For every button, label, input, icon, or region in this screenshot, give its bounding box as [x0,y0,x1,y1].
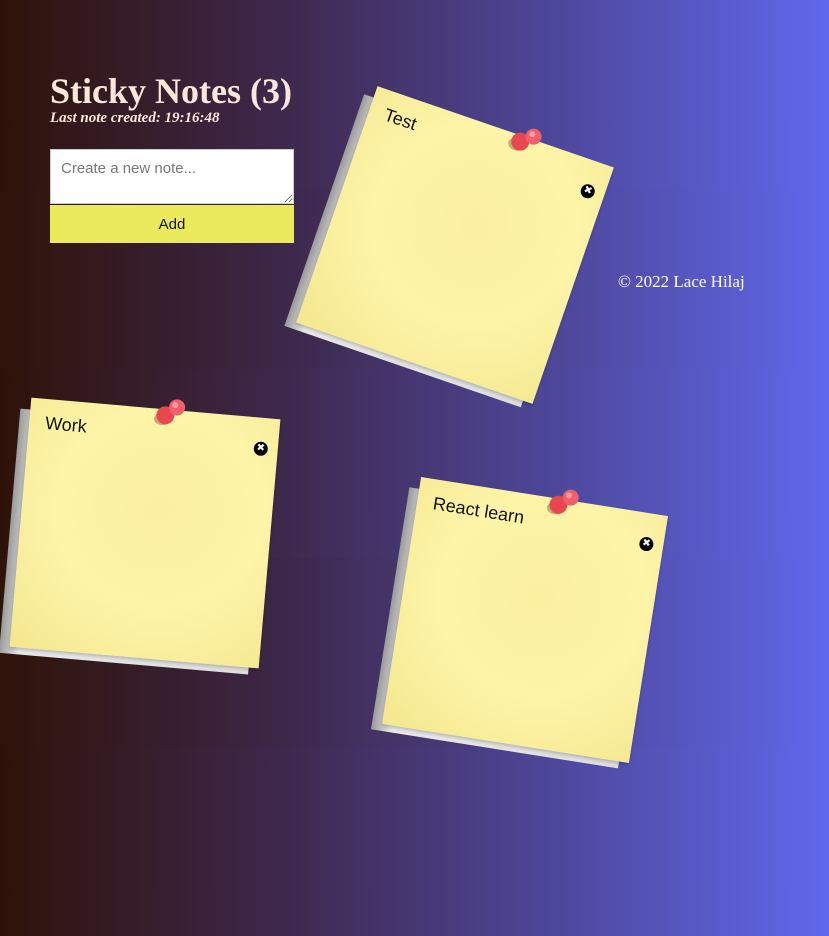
pushpin-icon [154,399,186,426]
add-button[interactable]: Add [50,205,294,243]
note-paper [9,397,281,669]
note-title: Work [44,412,88,437]
new-note-input[interactable] [50,149,294,204]
copyright-text: © 2022 Lace Hilaj [618,272,745,291]
last-created-text: Last note created: 19:16:48 [50,110,220,126]
pushpin-icon [546,489,579,515]
page-title: Sticky Notes (3) [50,71,292,111]
bg-band [0,747,829,936]
note-card: Work ✖ [0,397,281,675]
note-paper [381,476,669,764]
note-card: React learn ✖ [371,476,669,769]
